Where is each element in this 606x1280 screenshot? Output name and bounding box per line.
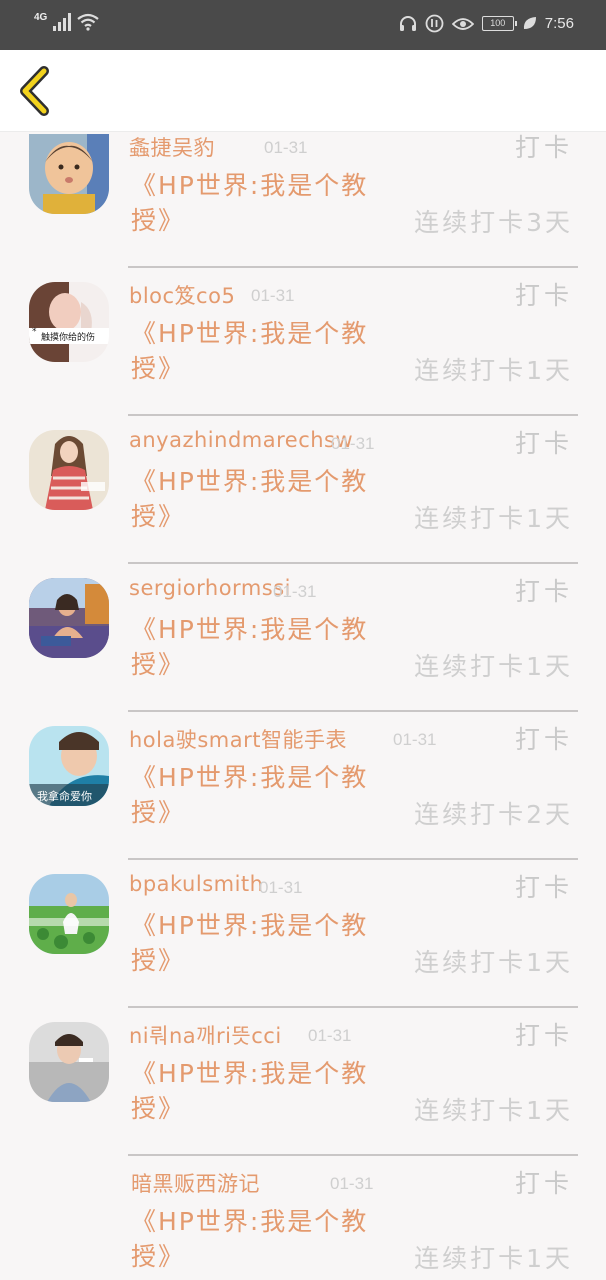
checkin-date: 01-31 [331,434,375,453]
avatar[interactable] [29,1022,109,1102]
checkin-label: 打卡 [514,1169,573,1198]
streak-text: 连续打卡1天 [414,1096,573,1125]
clock-time: 7:56 [544,15,574,32]
checkin-date: 01-31 [259,878,303,897]
data-saver-icon [425,14,444,33]
book-title[interactable]: 《HP世界:我是个教授》 [131,1204,376,1274]
username[interactable]: ni뤄na깨ri뜻cci [129,1020,282,1050]
checkin-row[interactable]: 螽捷吴豹 01-31 打卡 《HP世界:我是个教授》 连续打卡3天 [0,133,606,268]
username[interactable]: 螽捷吴豹 [129,133,215,162]
avatar[interactable]: 触摸你给的伤 * [29,282,109,362]
checkin-label: 打卡 [514,873,573,902]
avatar-caption: 触摸你给的伤 [41,331,95,343]
streak-text: 连续打卡3天 [414,208,573,237]
streak-text: 连续打卡1天 [414,356,573,385]
checkin-date: 01-31 [308,1026,352,1045]
streak-text: 连续打卡1天 [414,504,573,533]
streak-text: 连续打卡1天 [414,652,573,681]
checkin-label: 打卡 [514,133,573,162]
username[interactable]: 暗黑贩西游记 [131,1168,260,1198]
checkin-date: 01-31 [264,138,308,157]
book-title[interactable]: 《HP世界:我是个教授》 [131,612,376,682]
checkin-date: 01-31 [273,582,317,601]
avatar[interactable] [29,578,109,658]
eye-comfort-icon [451,17,474,30]
wifi-icon [77,13,100,31]
checkin-row[interactable]: anyazhindmarechsw 01-31 打卡 《HP世界:我是个教授》 … [0,416,606,564]
checkin-row[interactable]: 暗黑贩西游记 01-31 打卡 《HP世界:我是个教授》 连续打卡1天 [0,1156,606,1280]
checkin-label: 打卡 [514,429,573,458]
avatar[interactable] [29,134,109,214]
avatar[interactable]: 我拿命爱你 [29,726,109,806]
checkin-list: 螽捷吴豹 01-31 打卡 《HP世界:我是个教授》 连续打卡3天 触摸你给的伤… [0,133,606,1280]
checkin-row[interactable]: ni뤄na깨ri뜻cci 01-31 打卡 《HP世界:我是个教授》 连续打卡1… [0,1008,606,1156]
power-saving-leaf-icon [523,17,536,29]
book-title[interactable]: 《HP世界:我是个教授》 [131,464,376,534]
book-title[interactable]: 《HP世界:我是个教授》 [131,316,376,386]
username[interactable]: hola驶smart智能手表 [129,724,347,754]
username[interactable]: bpakulsmith [129,872,263,896]
back-button[interactable] [16,66,56,116]
signal-indicators: 4G [34,12,100,31]
book-title[interactable]: 《HP世界:我是个教授》 [131,168,376,238]
checkin-label: 打卡 [514,725,573,754]
checkin-row[interactable]: 我拿命爱你 hola驶smart智能手表 01-31 打卡 《HP世界:我是个教… [0,712,606,860]
username[interactable]: anyazhindmarechsw [129,428,353,452]
checkin-label: 打卡 [514,281,573,310]
streak-text: 连续打卡1天 [414,1244,573,1273]
checkin-row[interactable]: sergiorhormssi 01-31 打卡 《HP世界:我是个教授》 连续打… [0,564,606,712]
username[interactable]: sergiorhormssi [129,576,291,600]
top-nav-bar [0,50,606,132]
checkin-row[interactable]: bpakulsmith 01-31 打卡 《HP世界:我是个教授》 连续打卡1天 [0,860,606,1008]
streak-text: 连续打卡1天 [414,948,573,977]
username[interactable]: bloc笈co5 [129,280,235,310]
checkin-row[interactable]: 触摸你给的伤 * bloc笈co5 01-31 打卡 《HP世界:我是个教授》 … [0,268,606,416]
network-type: 4G [34,12,48,23]
status-indicators: 100 7:56 [399,14,574,33]
checkin-date: 01-31 [251,286,295,305]
avatar[interactable] [29,874,109,954]
book-title[interactable]: 《HP世界:我是个教授》 [131,760,376,830]
avatar[interactable] [29,430,109,510]
streak-text: 连续打卡2天 [414,800,573,829]
chevron-left-icon [20,66,49,116]
book-title[interactable]: 《HP世界:我是个教授》 [131,908,376,978]
avatar-caption: 我拿命爱你 [37,789,92,803]
battery-icon: 100 [481,16,517,31]
headset-icon [399,15,416,31]
svg-text:*: * [32,327,37,337]
status-bar: 4G 100 7:56 [0,0,606,50]
checkin-label: 打卡 [514,1021,573,1050]
checkin-label: 打卡 [514,577,573,606]
signal-icon [53,13,72,31]
checkin-date: 01-31 [330,1174,374,1193]
checkin-date: 01-31 [393,730,437,749]
book-title[interactable]: 《HP世界:我是个教授》 [131,1056,376,1126]
